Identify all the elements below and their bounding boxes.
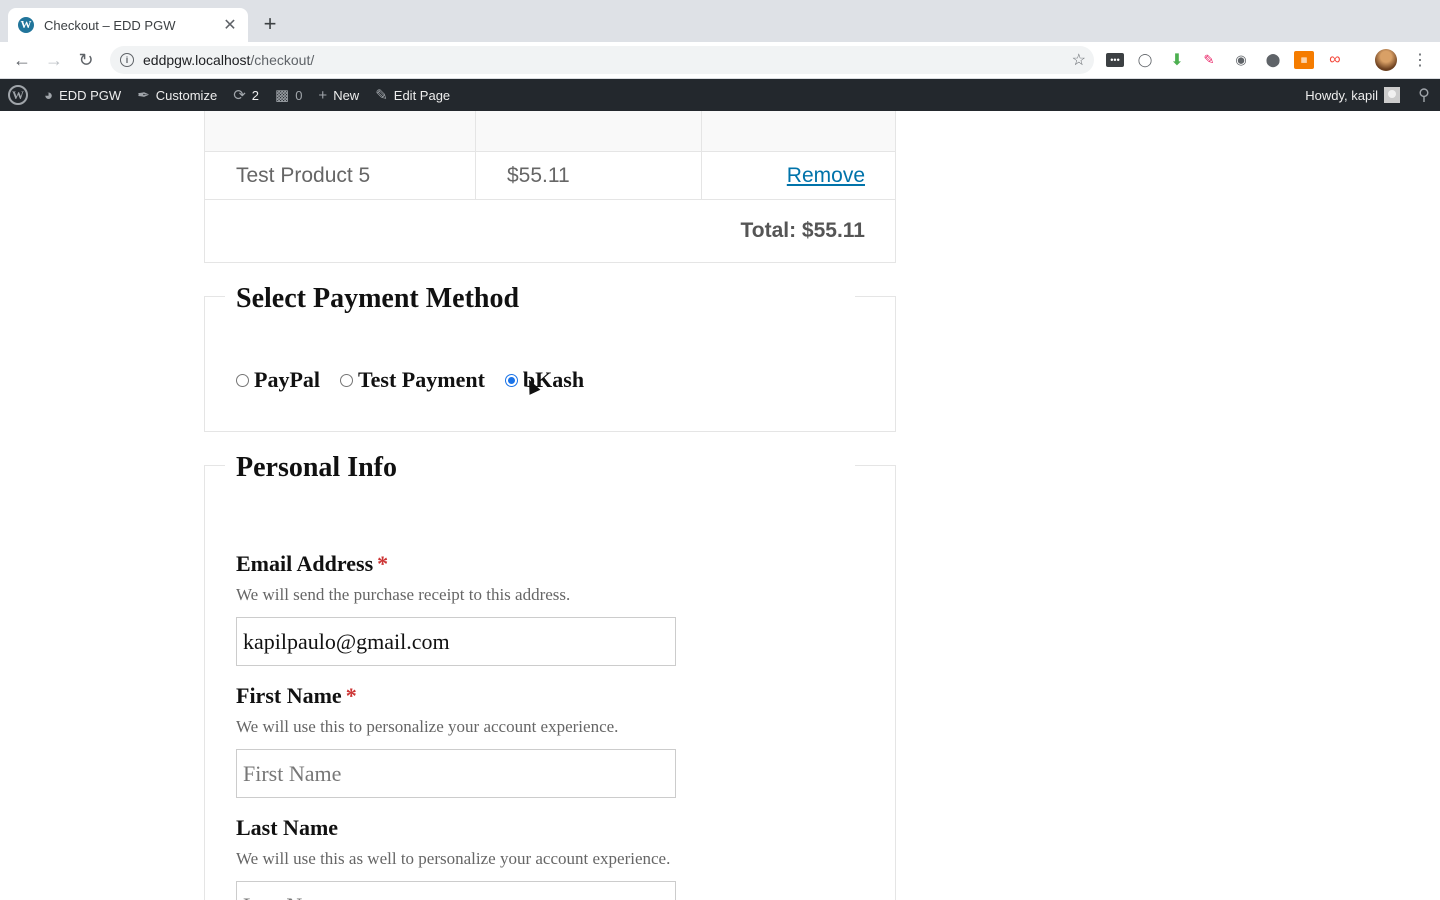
paypal-label: PayPal [254, 367, 320, 392]
payment-method-legend: Select Payment Method [225, 283, 855, 315]
bkash-radio[interactable] [504, 373, 518, 387]
email-label: Email Address * [236, 551, 389, 576]
download-extension-icon[interactable]: ⬇ [1166, 50, 1188, 70]
test-payment-radio[interactable] [340, 373, 353, 387]
cart-header-row [205, 111, 895, 152]
first-name-label: First Name * [236, 683, 357, 708]
last-name-field-group: Last Name We will use this as well to pe… [236, 815, 856, 900]
admin-bar-new[interactable]: + New [310, 79, 367, 111]
wp-admin-bar: W ◕ EDD PGW ✒ Customize ⟳ 2 ▩ 0 + New ✎ … [0, 79, 1440, 111]
close-tab-icon[interactable]: ✕ [222, 15, 238, 35]
wordpress-logo-icon: W [8, 85, 28, 105]
admin-bar-my-account[interactable]: Howdy, kapil [1297, 79, 1408, 111]
url-path: /checkout/ [250, 52, 315, 68]
extensions-area: ••• ◯ ⬇ ✎ ◉ ⬤ ▦ ∞ [1106, 50, 1346, 70]
payment-method-fieldset: Select Payment Method PayPal Test Paymen… [204, 283, 896, 432]
browser-tab[interactable]: W Checkout – EDD PGW ✕ [8, 8, 248, 42]
page-content: Test Product 5 $55.11 Remove Total: $55.… [0, 111, 1440, 900]
infinity-extension-icon[interactable]: ∞ [1324, 50, 1346, 70]
site-name-label: EDD PGW [59, 87, 122, 103]
updates-icon: ⟳ [233, 87, 246, 104]
comment-bubble-icon: ▩ [275, 87, 290, 104]
bookmark-star-icon[interactable]: ☆ [1072, 50, 1086, 70]
wordpress-extension-icon[interactable]: ◯ [1134, 50, 1156, 70]
admin-bar-customize[interactable]: ✒ Customize [129, 79, 225, 111]
password-manager-extension-icon[interactable]: ••• [1106, 53, 1124, 67]
tab-title: Checkout – EDD PGW [44, 17, 176, 33]
last-name-label: Last Name [236, 815, 339, 840]
test-payment-label: Test Payment [358, 367, 485, 392]
dashboard-icon: ◕ [44, 86, 54, 104]
cart-item-row: Test Product 5 $55.11 Remove [205, 152, 895, 200]
user-avatar [1384, 87, 1400, 103]
first-name-field-group: First Name * We will use this to personal… [236, 683, 856, 798]
first-name-input[interactable] [236, 749, 676, 798]
cart-item-price: $55.11 [476, 152, 702, 199]
search-icon[interactable]: ⚲ [1408, 85, 1440, 105]
back-arrow-icon[interactable]: ← [6, 44, 38, 76]
cart-item-name: Test Product 5 [205, 152, 476, 199]
payment-gateways: PayPal Test Payment bKash [236, 367, 604, 393]
new-label: New [333, 87, 360, 103]
checkout-cart-table: Test Product 5 $55.11 Remove Total: $55.… [204, 111, 896, 263]
required-marker: * [345, 683, 357, 708]
chrome-menu-icon[interactable]: ⋮ [1412, 50, 1428, 70]
personal-info-fieldset: Personal Info Email Address * We will sen… [204, 452, 896, 900]
customize-label: Customize [155, 87, 218, 103]
wp-logo-menu[interactable]: W [0, 79, 36, 111]
gateway-paypal[interactable]: PayPal [236, 367, 320, 393]
browser-tab-strip: W Checkout – EDD PGW ✕ + [0, 0, 1440, 42]
admin-bar-updates[interactable]: ⟳ 2 [225, 79, 267, 111]
email-description: We will send the purchase receipt to thi… [236, 585, 571, 604]
first-name-description: We will use this to personalize your acc… [236, 717, 619, 736]
paypal-radio[interactable] [236, 373, 249, 387]
gateway-test-payment[interactable]: Test Payment [340, 367, 485, 393]
plus-icon: + [318, 86, 328, 104]
gateway-bkash[interactable]: bKash [504, 367, 584, 393]
admin-bar-edit-page[interactable]: ✎ Edit Page [367, 79, 458, 111]
off-toggle-extension-icon[interactable]: ▦ [1294, 51, 1314, 69]
pencil-icon: ✎ [375, 87, 388, 104]
profile-avatar[interactable] [1375, 49, 1397, 71]
cart-total: Total: $55.11 [740, 219, 865, 242]
reload-icon[interactable]: ↻ [70, 44, 102, 76]
url-host: eddpgw.localhost [143, 52, 251, 68]
email-field-group: Email Address * We will send the purchase… [236, 551, 856, 666]
edit-page-label: Edit Page [393, 87, 451, 103]
admin-bar-site-name[interactable]: ◕ EDD PGW [36, 79, 129, 111]
last-name-input[interactable] [236, 881, 676, 900]
personal-info-legend: Personal Info [225, 452, 855, 484]
address-bar[interactable]: i eddpgw.localhost/checkout/ ☆ [110, 46, 1094, 74]
adblock-extension-icon[interactable]: ⬤ [1262, 50, 1284, 70]
last-name-description: We will use this as well to personalize … [236, 849, 671, 868]
cart-item-actions: Remove [702, 152, 895, 199]
paintbrush-icon: ✒ [137, 87, 150, 104]
comments-count: 0 [295, 87, 303, 103]
remove-item-link[interactable]: Remove [787, 164, 865, 188]
email-input[interactable] [236, 617, 676, 666]
forward-arrow-icon[interactable]: → [38, 44, 70, 76]
new-tab-button[interactable]: + [258, 11, 282, 37]
howdy-label: Howdy, kapil [1305, 87, 1378, 103]
updates-count: 2 [251, 87, 259, 103]
color-picker-extension-icon[interactable]: ✎ [1198, 50, 1220, 70]
admin-bar-comments[interactable]: ▩ 0 [267, 79, 310, 111]
site-info-icon[interactable]: i [120, 53, 134, 67]
wordpress-favicon-icon: W [18, 17, 34, 33]
browser-toolbar: ← → ↻ i eddpgw.localhost/checkout/ ☆ •••… [0, 42, 1440, 79]
required-marker: * [377, 551, 389, 576]
screenshot-extension-icon[interactable]: ◉ [1230, 50, 1252, 70]
